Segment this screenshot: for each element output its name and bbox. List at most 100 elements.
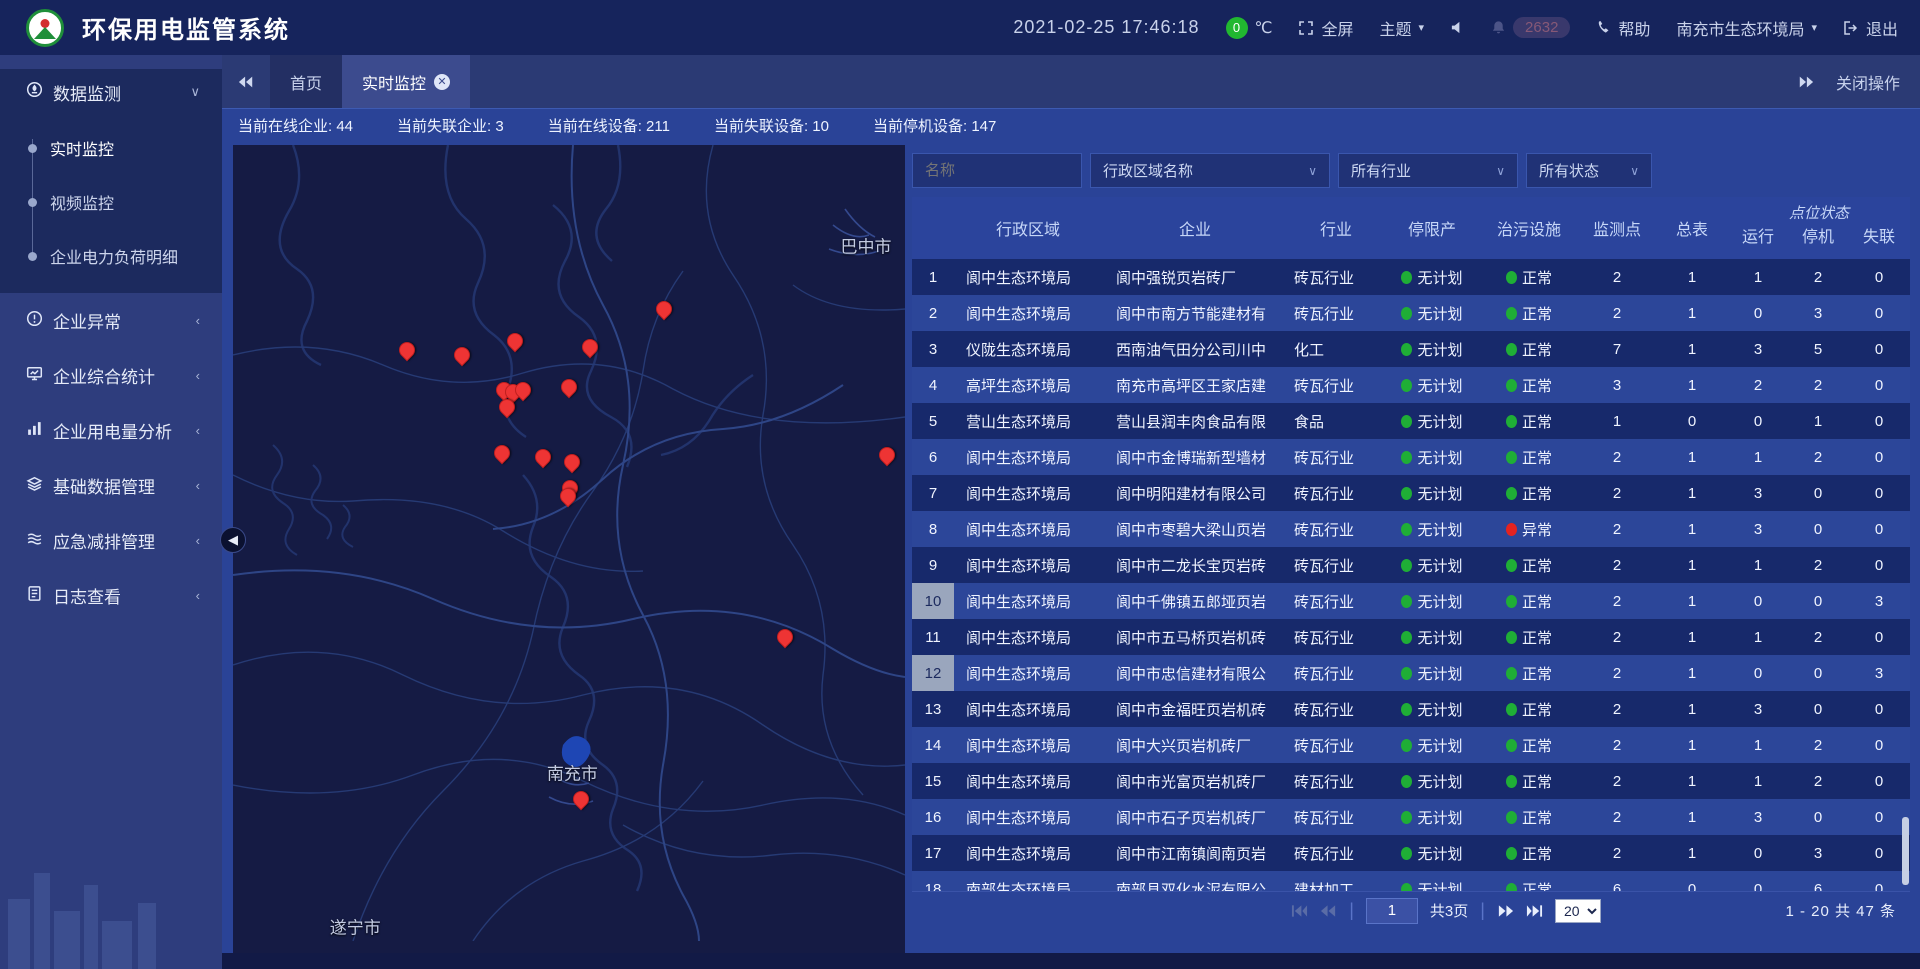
bullet-icon <box>28 144 37 153</box>
cell-region: 阆中生态环境局 <box>954 627 1102 648</box>
table-row[interactable]: 2阆中生态环境局阆中市南方节能建材有砖瓦行业无计划正常21030 <box>912 295 1910 331</box>
cell-company: 阆中市枣碧大梁山页岩 <box>1102 519 1288 540</box>
cell-pollution-facility: 异常 <box>1480 519 1578 540</box>
theme-dropdown[interactable]: 主题 ▾ <box>1380 16 1425 40</box>
double-chevron-right-icon[interactable] <box>1798 75 1814 89</box>
sidebar-item-1[interactable]: 企业异常‹ <box>0 293 222 348</box>
table-row[interactable]: 7阆中生态环境局阆中明阳建材有限公司砖瓦行业无计划正常21300 <box>912 475 1910 511</box>
cell-running: 3 <box>1728 341 1788 358</box>
log-icon <box>26 585 43 607</box>
status-select[interactable]: 所有状态 ∨ <box>1526 153 1652 188</box>
cell-pollution-facility: 正常 <box>1480 879 1578 892</box>
cell-region: 阆中生态环境局 <box>954 519 1102 540</box>
notification-button[interactable]: 2632 <box>1491 17 1570 38</box>
prev-page-button[interactable] <box>1320 904 1337 918</box>
cell-running: 0 <box>1728 881 1788 892</box>
cell-production-limit: 无计划 <box>1384 663 1480 684</box>
user-menu[interactable]: 南充市生态环境局 ▾ <box>1676 16 1817 40</box>
cell-monitor-points: 3 <box>1578 377 1656 394</box>
mute-button[interactable] <box>1450 20 1465 35</box>
region-select[interactable]: 行政区域名称 ∨ <box>1090 153 1330 188</box>
next-page-button[interactable] <box>1497 904 1514 918</box>
cell-stopped: 6 <box>1788 881 1848 892</box>
phone-icon <box>1596 20 1611 35</box>
table-row[interactable]: 18南部生态环境局南部县双化水泥有限公建材加工无计划正常60060 <box>912 871 1910 891</box>
tab-首页[interactable]: 首页 <box>270 55 342 108</box>
cell-industry: 砖瓦行业 <box>1288 591 1384 612</box>
industry-select[interactable]: 所有行业 ∨ <box>1338 153 1518 188</box>
cell-monitor-points: 2 <box>1578 773 1656 790</box>
cell-total-meters: 1 <box>1656 629 1728 646</box>
sidebar-item-0[interactable]: 数据监测∨ <box>0 69 222 115</box>
bullet-icon <box>28 252 37 261</box>
close-icon[interactable]: ✕ <box>434 74 450 90</box>
table-row[interactable]: 6阆中生态环境局阆中市金博瑞新型墙材砖瓦行业无计划正常21120 <box>912 439 1910 475</box>
tab-label: 实时监控 <box>362 70 426 94</box>
sidebar-subitem[interactable]: 视频监控 <box>0 175 222 229</box>
map-collapse-button[interactable]: ◀ <box>220 527 246 553</box>
stats-icon <box>26 365 43 387</box>
cell-running: 0 <box>1728 845 1788 862</box>
map-panel[interactable]: 巴中市南充市遂宁市 ◀ <box>233 145 905 953</box>
sidebar-subitem[interactable]: 企业电力负荷明细 <box>0 229 222 283</box>
chevron-collapsed-icon: ‹ <box>196 533 200 548</box>
help-button[interactable]: 帮助 <box>1596 16 1650 40</box>
chevron-down-icon: ▾ <box>1811 21 1817 34</box>
cell-stopped: 2 <box>1788 737 1848 754</box>
cell-pollution-facility: 正常 <box>1480 807 1578 828</box>
sidebar-subitem[interactable]: 实时监控 <box>0 121 222 175</box>
page-size-select[interactable]: 20 <box>1555 899 1601 923</box>
cell-stopped: 3 <box>1788 845 1848 862</box>
table-row[interactable]: 3仪陇生态环境局西南油气田分公司川中化工无计划正常71350 <box>912 331 1910 367</box>
tab-实时监控[interactable]: 实时监控 ✕ <box>342 55 470 108</box>
col-subheader-2: 失联 <box>1848 221 1910 259</box>
table-row[interactable]: 11阆中生态环境局阆中市五马桥页岩机砖砖瓦行业无计划正常21120 <box>912 619 1910 655</box>
table-row[interactable]: 13阆中生态环境局阆中市金福旺页岩机砖砖瓦行业无计划正常21300 <box>912 691 1910 727</box>
table-row[interactable]: 5营山生态环境局营山县润丰肉食品有限食品无计划正常10010 <box>912 403 1910 439</box>
table-row[interactable]: 15阆中生态环境局阆中市光富页岩机砖厂砖瓦行业无计划正常21120 <box>912 763 1910 799</box>
sidebar-item-5[interactable]: 应急减排管理‹ <box>0 513 222 568</box>
first-page-button[interactable] <box>1291 904 1308 918</box>
sidebar-item-4[interactable]: 基础数据管理‹ <box>0 458 222 513</box>
page-input[interactable] <box>1366 898 1418 924</box>
table-row[interactable]: 16阆中生态环境局阆中市石子页岩机砖厂砖瓦行业无计划正常21300 <box>912 799 1910 835</box>
table-row[interactable]: 10阆中生态环境局阆中千佛镇五郎垭页岩砖瓦行业无计划正常21003 <box>912 583 1910 619</box>
cell-pollution-facility: 正常 <box>1480 375 1578 396</box>
sidebar-item-3[interactable]: 企业用电量分析‹ <box>0 403 222 458</box>
map-city-label: 遂宁市 <box>330 914 381 939</box>
fullscreen-button[interactable]: 全屏 <box>1298 16 1353 40</box>
sidebar-item-6[interactable]: 日志查看‹ <box>0 568 222 623</box>
cell-disconnected: 3 <box>1848 593 1910 610</box>
col-header-1: 企业 <box>1102 197 1288 259</box>
cell-disconnected: 0 <box>1848 269 1910 286</box>
sidebar-item-label: 数据监测 <box>53 80 121 105</box>
cell-industry: 砖瓦行业 <box>1288 627 1384 648</box>
tabs-scroll-left-button[interactable] <box>222 55 270 108</box>
status-dot-icon <box>1401 847 1412 860</box>
cell-monitor-points: 2 <box>1578 557 1656 574</box>
cell-pollution-facility: 正常 <box>1480 699 1578 720</box>
cell-region: 阆中生态环境局 <box>954 699 1102 720</box>
table-row[interactable]: 9阆中生态环境局阆中市二龙长宝页岩砖砖瓦行业无计划正常21120 <box>912 547 1910 583</box>
name-search-field[interactable] <box>912 153 1082 188</box>
cell-pollution-facility: 正常 <box>1480 771 1578 792</box>
status-dot-icon <box>1506 271 1517 284</box>
table-row[interactable]: 12阆中生态环境局阆中市忠信建材有限公砖瓦行业无计划正常21003 <box>912 655 1910 691</box>
scrollbar-thumb[interactable] <box>1902 817 1909 885</box>
cell-company: 阆中市金福旺页岩机砖 <box>1102 699 1288 720</box>
status-dot-icon <box>1401 523 1412 536</box>
name-input[interactable] <box>925 162 1069 179</box>
table-row[interactable]: 4高坪生态环境局南充市高坪区王家店建砖瓦行业无计划正常31220 <box>912 367 1910 403</box>
cell-row-number: 8 <box>912 521 954 538</box>
map-city-label: 巴中市 <box>841 233 892 258</box>
sidebar-item-2[interactable]: 企业综合统计‹ <box>0 348 222 403</box>
cell-region: 阆中生态环境局 <box>954 303 1102 324</box>
table-row[interactable]: 17阆中生态环境局阆中市江南镇阆南页岩砖瓦行业无计划正常21030 <box>912 835 1910 871</box>
filter-bar: 行政区域名称 ∨ 所有行业 ∨ 所有状态 ∨ <box>912 153 1910 189</box>
table-row[interactable]: 8阆中生态环境局阆中市枣碧大梁山页岩砖瓦行业无计划异常21300 <box>912 511 1910 547</box>
logout-button[interactable]: 退出 <box>1843 16 1898 40</box>
table-row[interactable]: 14阆中生态环境局阆中大兴页岩机砖厂砖瓦行业无计划正常21120 <box>912 727 1910 763</box>
table-row[interactable]: 1阆中生态环境局阆中强锐页岩砖厂砖瓦行业无计划正常21120 <box>912 259 1910 295</box>
last-page-button[interactable] <box>1526 904 1543 918</box>
close-operations-button[interactable]: 关闭操作 <box>1836 70 1900 94</box>
